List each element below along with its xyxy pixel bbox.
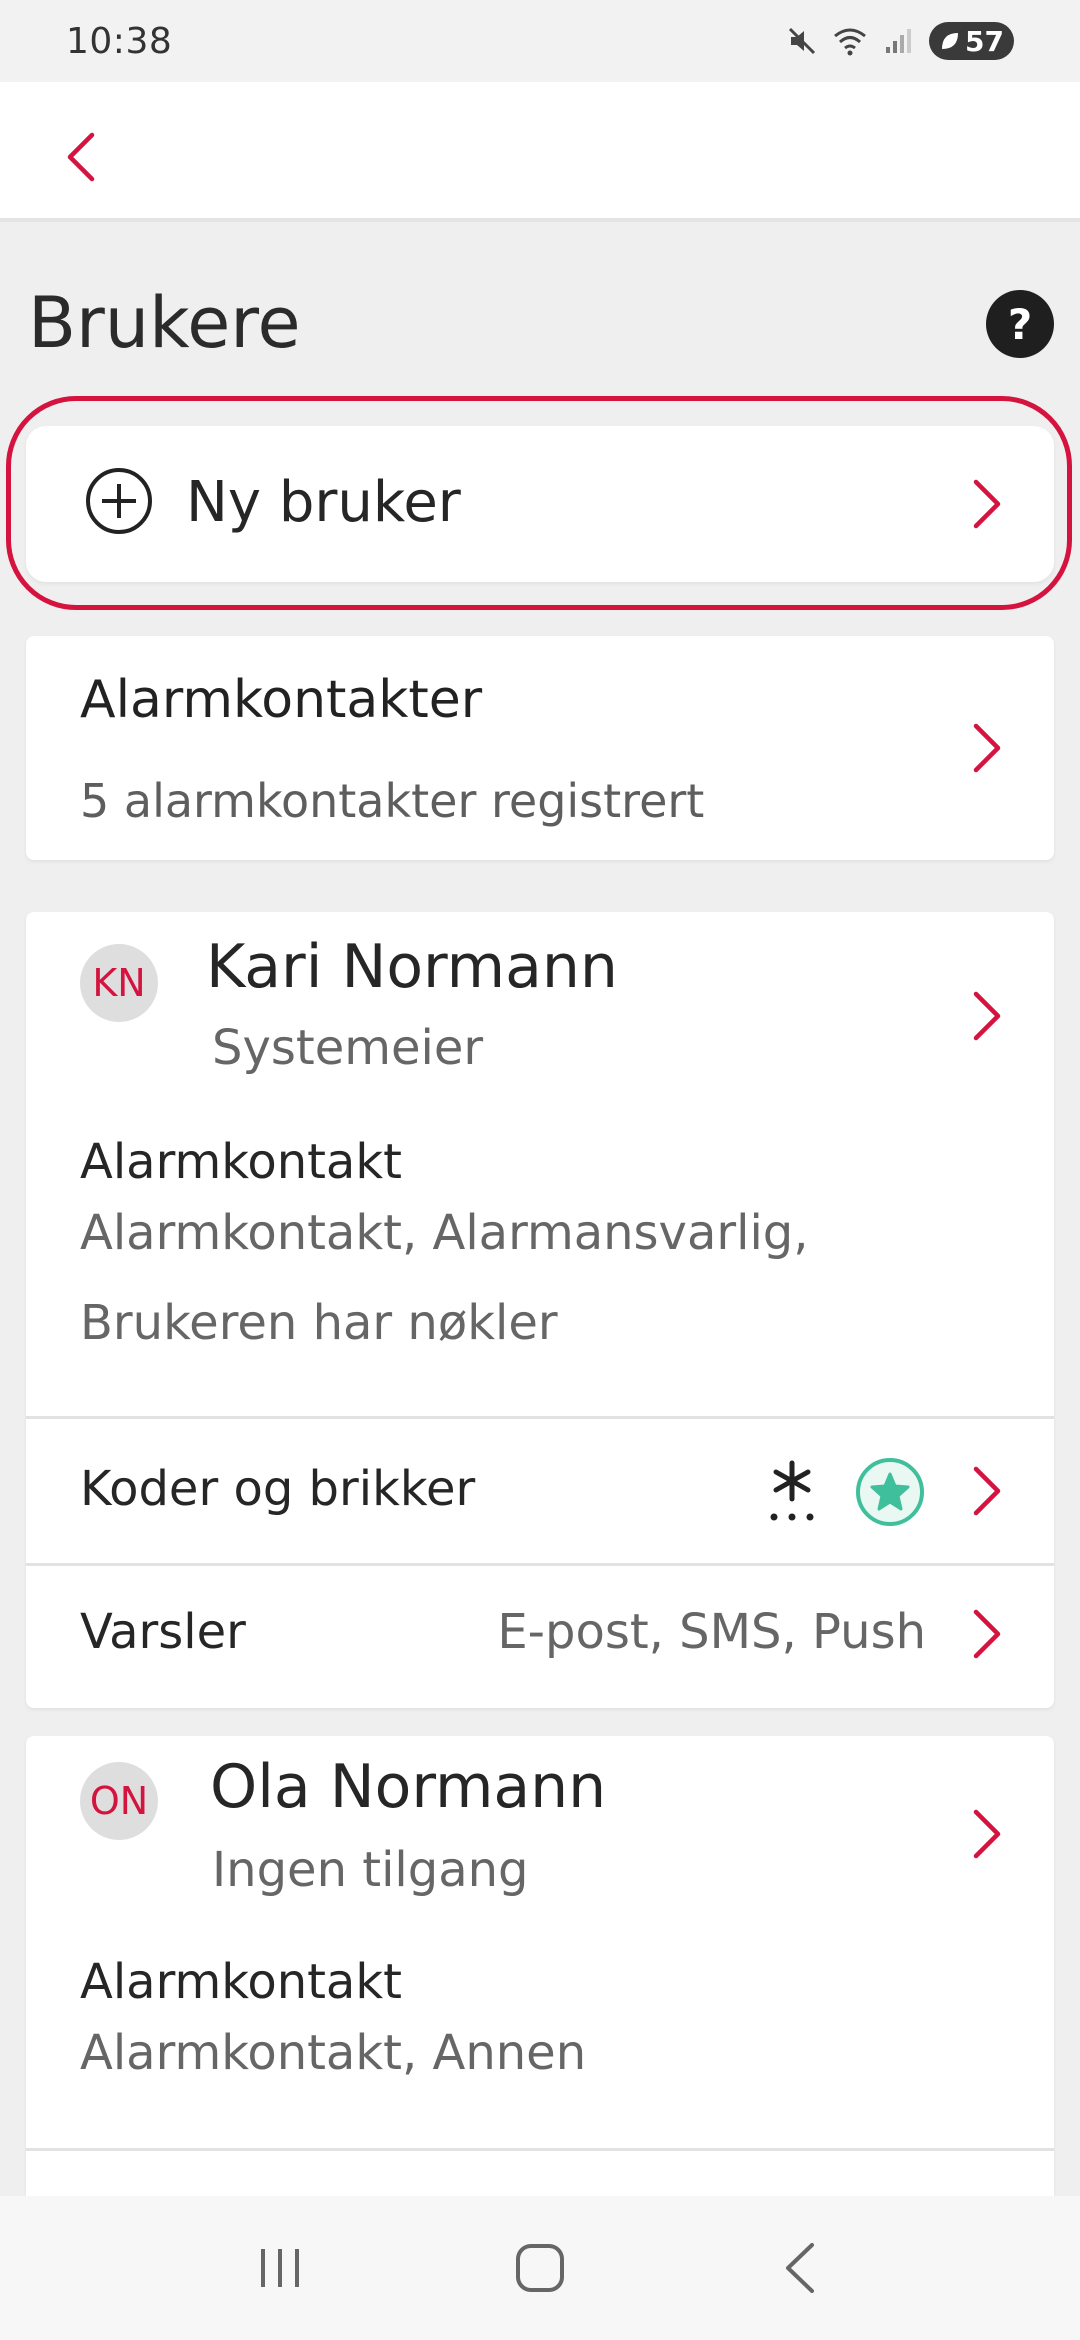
chevron-left-icon bbox=[67, 132, 95, 182]
section-label: Alarmkontakt bbox=[80, 1954, 402, 2010]
section-value: Brukeren har nøkler bbox=[80, 1295, 558, 1351]
user-header[interactable]: KN Kari Normann Systemeier Alarmkontakt bbox=[26, 912, 1054, 1232]
codes-row[interactable]: Koder og brikker bbox=[26, 1419, 1054, 1563]
user-card-kari: KN Kari Normann Systemeier Alarmkontakt … bbox=[26, 912, 1054, 1708]
leaf-icon bbox=[942, 33, 959, 49]
system-nav-bar bbox=[0, 2196, 1080, 2340]
section-label: Alarmkontakt bbox=[80, 1134, 402, 1190]
back-button[interactable] bbox=[50, 122, 110, 192]
alarm-contacts-subtitle: 5 alarmkontakter registrert bbox=[80, 774, 705, 828]
back-arrow-icon bbox=[786, 2243, 814, 2293]
question-icon: ? bbox=[1007, 299, 1033, 349]
page-title: Brukere bbox=[28, 282, 301, 364]
status-time: 10:38 bbox=[66, 20, 173, 62]
chevron-right-icon bbox=[970, 1463, 1006, 1519]
app-bar bbox=[0, 82, 1080, 222]
chevron-right-icon bbox=[970, 720, 1006, 776]
battery-level: 57 bbox=[965, 24, 1004, 58]
chevron-right-icon bbox=[970, 1606, 1006, 1662]
battery-indicator: 57 bbox=[929, 22, 1014, 60]
recent-apps-icon bbox=[261, 2249, 299, 2287]
user-name: Ola Normann bbox=[210, 1752, 607, 1822]
new-user-button[interactable]: Ny bruker bbox=[26, 426, 1054, 582]
section-value: Alarmkontakt, Annen bbox=[80, 2025, 587, 2081]
user-role: Systemeier bbox=[212, 1020, 484, 1076]
alarm-contacts-title: Alarmkontakter bbox=[80, 670, 483, 730]
signal-icon bbox=[881, 24, 915, 58]
codes-label: Koder og brikker bbox=[80, 1461, 476, 1517]
chevron-right-icon bbox=[970, 1806, 1006, 1862]
system-back-button[interactable] bbox=[760, 2228, 840, 2308]
chevron-right-icon bbox=[970, 988, 1006, 1044]
status-bar: 10:38 57 bbox=[0, 0, 1080, 82]
help-button[interactable]: ? bbox=[986, 290, 1054, 358]
code-icons bbox=[764, 1457, 924, 1527]
home-button[interactable] bbox=[500, 2228, 580, 2308]
notifications-row[interactable]: Varsler E-post, SMS, Push bbox=[26, 1566, 1054, 1708]
user-name: Kari Normann bbox=[206, 932, 618, 1002]
star-badge-icon bbox=[856, 1458, 924, 1526]
mute-icon bbox=[785, 24, 819, 58]
chevron-right-icon bbox=[970, 476, 1006, 532]
user-role: Ingen tilgang bbox=[212, 1842, 529, 1898]
home-icon bbox=[516, 2244, 564, 2292]
divider bbox=[26, 2148, 1054, 2151]
plus-circle-icon bbox=[86, 468, 152, 534]
notifications-value: E-post, SMS, Push bbox=[497, 1604, 926, 1660]
notifications-label: Varsler bbox=[80, 1604, 246, 1660]
wifi-icon bbox=[833, 24, 867, 58]
avatar: KN bbox=[80, 944, 158, 1022]
section-value: Alarmkontakt, Alarmansvarlig, bbox=[80, 1205, 809, 1261]
new-user-label: Ny bruker bbox=[186, 470, 461, 535]
recent-apps-button[interactable] bbox=[240, 2228, 320, 2308]
asterisk-code-icon bbox=[770, 1460, 814, 1521]
status-icons: 57 bbox=[785, 22, 1014, 60]
alarm-contacts-card[interactable]: Alarmkontakter 5 alarmkontakter registre… bbox=[26, 636, 1054, 860]
avatar: ON bbox=[80, 1762, 158, 1840]
